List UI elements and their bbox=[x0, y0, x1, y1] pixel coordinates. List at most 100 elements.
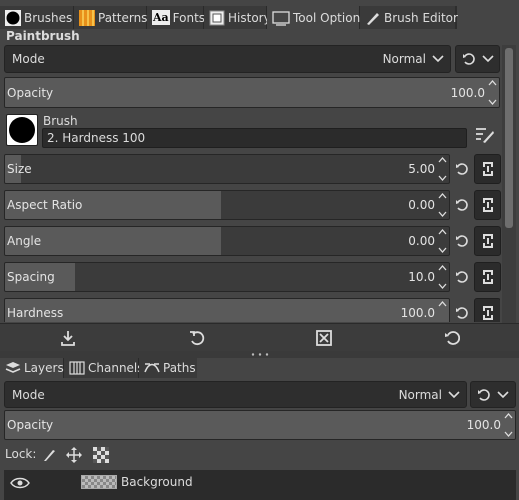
angle-slider[interactable]: Angle 0.00 bbox=[4, 226, 450, 256]
angle-value: 0.00 bbox=[408, 234, 435, 248]
layer-visibility-toggle[interactable] bbox=[8, 473, 32, 493]
hardness-label: Hardness bbox=[7, 306, 64, 320]
brush-shape-icon bbox=[9, 117, 35, 143]
spin-arrows[interactable] bbox=[438, 193, 447, 217]
angle-reset-button[interactable] bbox=[451, 228, 473, 254]
chain-icon bbox=[482, 306, 493, 320]
size-link-button[interactable] bbox=[474, 154, 501, 184]
hardness-reset-button[interactable] bbox=[451, 300, 473, 322]
spin-arrows[interactable] bbox=[438, 265, 447, 289]
tab-patterns[interactable]: Patterns bbox=[74, 6, 147, 29]
tab-paths[interactable]: Paths bbox=[139, 358, 197, 378]
restore-options-button[interactable] bbox=[187, 328, 207, 348]
tab-tool-options[interactable]: Tool Options bbox=[267, 6, 366, 29]
dock-tab-bar: Brushes Patterns Aa Fonts History Tool O… bbox=[0, 6, 458, 29]
channels-icon bbox=[69, 361, 85, 375]
tab-fonts[interactable]: Aa Fonts bbox=[147, 6, 205, 29]
chain-icon bbox=[482, 270, 493, 284]
opacity-label: Opacity bbox=[7, 85, 54, 100]
scrollbar-thumb[interactable] bbox=[505, 48, 513, 228]
spacing-slider[interactable]: Spacing 10.0 bbox=[4, 262, 450, 292]
size-value: 5.00 bbox=[408, 162, 435, 176]
hardness-slider[interactable]: Hardness 100.0 bbox=[4, 298, 450, 322]
delete-icon bbox=[316, 330, 332, 346]
size-slider[interactable]: Size 5.00 bbox=[4, 154, 450, 184]
size-reset-button[interactable] bbox=[451, 156, 473, 182]
mode-label: Mode bbox=[12, 52, 45, 66]
edit-brush-button[interactable] bbox=[474, 124, 496, 146]
tool-name-heading: Paintbrush bbox=[6, 29, 80, 43]
hardness-link-button[interactable] bbox=[474, 298, 500, 322]
tool-options-scrollbar[interactable] bbox=[502, 45, 516, 323]
tool-options-icon bbox=[272, 10, 290, 26]
tab-brushes[interactable]: Brushes bbox=[0, 6, 74, 29]
spacing-label: Spacing bbox=[7, 270, 55, 284]
layer-mode-reset-button[interactable] bbox=[470, 381, 516, 408]
pane-divider[interactable] bbox=[0, 351, 519, 358]
tab-label: Layers bbox=[24, 361, 64, 375]
tab-label: History bbox=[228, 10, 271, 25]
reset-icon bbox=[456, 235, 468, 247]
reset-icon bbox=[456, 307, 468, 319]
brush-name-field[interactable]: 2. Hardness 100 bbox=[42, 128, 467, 148]
angle-link-button[interactable] bbox=[474, 226, 501, 256]
tab-label: Patterns bbox=[98, 10, 148, 25]
spin-arrows[interactable] bbox=[504, 413, 513, 437]
lock-pixels-button[interactable] bbox=[40, 446, 58, 464]
spin-arrows[interactable] bbox=[488, 80, 497, 105]
mode-value: Normal bbox=[382, 52, 426, 66]
chain-icon bbox=[482, 234, 493, 248]
layers-icon bbox=[5, 362, 21, 373]
lock-position-button[interactable] bbox=[65, 446, 83, 464]
chevron-down-icon bbox=[448, 390, 460, 398]
layer-opacity-slider[interactable]: Opacity 100.0 bbox=[4, 410, 516, 440]
paths-icon bbox=[144, 363, 160, 373]
brush-preview-button[interactable] bbox=[6, 114, 38, 146]
layer-name: Background bbox=[121, 475, 193, 489]
opacity-value: 100.0 bbox=[450, 85, 485, 100]
aspect-ratio-reset-button[interactable] bbox=[451, 192, 473, 218]
save-icon bbox=[61, 331, 75, 346]
layer-mode-value: Normal bbox=[398, 387, 442, 402]
tab-brush-editor[interactable]: Brush Editor bbox=[360, 6, 458, 29]
save-options-button[interactable] bbox=[58, 328, 78, 348]
edit-brush-icon bbox=[476, 128, 494, 143]
checkerboard-icon bbox=[93, 447, 109, 463]
opacity-slider[interactable]: Opacity 100.0 bbox=[4, 77, 500, 108]
layer-opacity-fill bbox=[5, 411, 515, 439]
aspect-ratio-label: Aspect Ratio bbox=[7, 198, 83, 212]
move-icon bbox=[66, 447, 82, 463]
chain-icon bbox=[482, 198, 493, 212]
brush-name: 2. Hardness 100 bbox=[47, 131, 146, 145]
reset-icon bbox=[478, 388, 490, 401]
reset-icon bbox=[445, 331, 460, 345]
tab-channels[interactable]: Channels bbox=[64, 358, 144, 378]
tab-layers[interactable]: Layers bbox=[0, 358, 64, 378]
spin-arrows[interactable] bbox=[438, 301, 447, 322]
aspect-ratio-slider[interactable]: Aspect Ratio 0.00 bbox=[4, 190, 450, 220]
spacing-reset-button[interactable] bbox=[451, 264, 473, 290]
lock-alpha-button[interactable] bbox=[92, 446, 110, 464]
brushes-icon bbox=[5, 9, 21, 26]
history-icon bbox=[209, 10, 225, 25]
layer-opacity-label: Opacity bbox=[7, 418, 54, 432]
layer-mode-label: Mode bbox=[12, 387, 45, 402]
aspect-ratio-link-button[interactable] bbox=[474, 190, 501, 220]
tab-label: Paths bbox=[163, 361, 196, 375]
delete-options-button[interactable] bbox=[314, 328, 334, 348]
spin-arrows[interactable] bbox=[438, 229, 447, 253]
tab-label: Brushes bbox=[24, 10, 73, 25]
lock-label: Lock: bbox=[5, 447, 37, 461]
reset-options-button[interactable] bbox=[442, 328, 462, 348]
layer-row[interactable]: Background bbox=[4, 470, 516, 496]
aspect-ratio-value: 0.00 bbox=[408, 198, 435, 212]
patterns-icon bbox=[79, 9, 95, 26]
reset-icon bbox=[456, 199, 468, 211]
mode-reset-button[interactable] bbox=[455, 45, 500, 73]
spin-arrows[interactable] bbox=[438, 157, 447, 181]
chain-icon bbox=[482, 162, 493, 176]
mode-select[interactable]: Mode Normal bbox=[4, 45, 451, 73]
spacing-link-button[interactable] bbox=[474, 262, 501, 292]
layer-mode-select[interactable]: Mode Normal bbox=[4, 381, 467, 408]
tab-history[interactable]: History bbox=[204, 6, 271, 29]
